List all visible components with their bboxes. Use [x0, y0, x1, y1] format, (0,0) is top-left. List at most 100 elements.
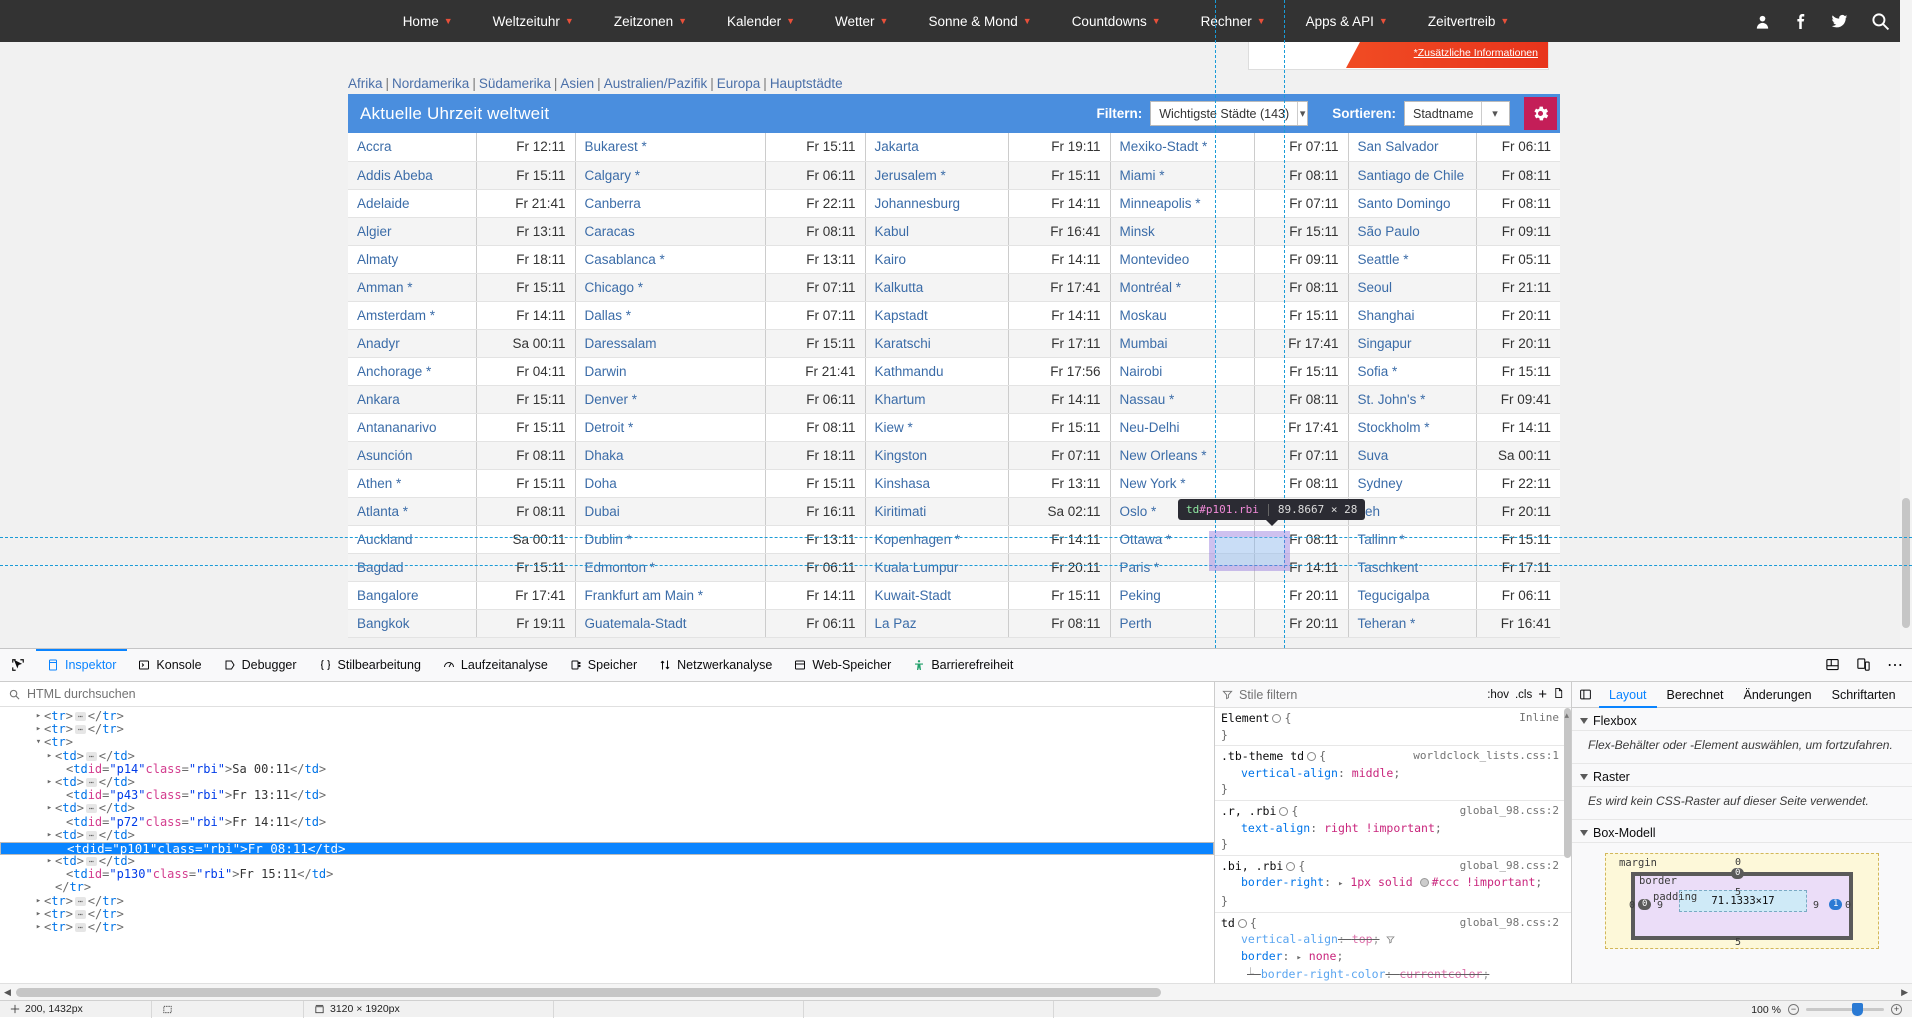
dom-node[interactable]: ▸<tr>⋯</tr> [0, 921, 1214, 934]
collapse-arrow-icon[interactable] [1580, 830, 1588, 836]
dom-node[interactable]: ▸<tr>⋯</tr> [0, 710, 1214, 723]
css-property[interactable]: vertical-align [1221, 765, 1338, 782]
city-time-cell[interactable]: Sa 00:11 [476, 525, 575, 553]
minus-icon[interactable]: − [1788, 1004, 1799, 1015]
city-time-cell[interactable]: Fr 20:11 [1254, 581, 1348, 609]
color-swatch-icon[interactable] [1420, 878, 1429, 887]
city-time-cell[interactable]: Fr 15:11 [1008, 581, 1110, 609]
city-name-cell[interactable]: Sofia * [1348, 357, 1476, 385]
layout-section-header[interactable]: Flexbox [1572, 708, 1912, 731]
city-time-cell[interactable]: Sa 02:11 [1008, 497, 1110, 525]
nav-item-apps-api[interactable]: Apps & API▼ [1286, 14, 1408, 29]
city-time-cell[interactable]: Fr 07:11 [1254, 133, 1348, 161]
css-value[interactable]: right !important [1324, 821, 1435, 835]
city-name-cell[interactable]: Kuala Lumpur [865, 553, 1008, 581]
city-time-cell[interactable]: Fr 08:11 [1476, 189, 1560, 217]
city-time-cell[interactable]: Fr 15:11 [1476, 525, 1560, 553]
city-name-cell[interactable]: Minneapolis * [1110, 189, 1254, 217]
expand-arrow-icon[interactable]: ▸ [33, 710, 44, 723]
nav-item-weltzeituhr[interactable]: Weltzeituhr▼ [473, 14, 594, 29]
class-state-toggle[interactable]: .cls [1515, 689, 1532, 701]
city-name-cell[interactable]: Frankfurt am Main * [575, 581, 765, 609]
style-filter-input[interactable]: Stile filtern [1239, 688, 1297, 702]
city-time-cell[interactable]: Fr 06:11 [765, 553, 865, 581]
settings-gear-button[interactable] [1524, 97, 1557, 130]
city-time-cell[interactable]: Fr 04:11 [476, 357, 575, 385]
dom-node[interactable]: <td id="p130" class="rbi">Fr 15:11</td> [0, 868, 1214, 881]
css-property[interactable]: vertical-align [1221, 931, 1338, 948]
city-time-cell[interactable]: Fr 17:11 [1476, 553, 1560, 581]
devtools-tab-barrierefreiheit[interactable]: Barrierefreiheit [902, 649, 1024, 682]
city-name-cell[interactable]: Amsterdam * [348, 301, 476, 329]
dom-node[interactable]: ▾<tr> [0, 736, 1214, 749]
city-time-cell[interactable]: Fr 15:11 [476, 161, 575, 189]
dom-node[interactable]: ▸<td>⋯</td> [0, 802, 1214, 815]
city-time-cell[interactable]: Sa 00:11 [476, 329, 575, 357]
css-source-file[interactable]: global_98.css:2 [1460, 803, 1559, 820]
devtools-tab-netzwerkanalyse[interactable]: Netzwerkanalyse [648, 649, 783, 682]
city-name-cell[interactable]: La Paz [865, 609, 1008, 637]
city-name-cell[interactable]: Miami * [1110, 161, 1254, 189]
city-name-cell[interactable]: Seattle * [1348, 245, 1476, 273]
layout-section-header[interactable]: Raster [1572, 764, 1912, 787]
city-name-cell[interactable]: Auckland [348, 525, 476, 553]
city-time-cell[interactable]: Fr 07:11 [765, 301, 865, 329]
city-name-cell[interactable]: Denver * [575, 385, 765, 413]
city-time-cell[interactable]: Fr 17:11 [1008, 329, 1110, 357]
city-time-cell[interactable]: Fr 15:11 [1008, 413, 1110, 441]
city-name-cell[interactable]: Dhaka [575, 441, 765, 469]
rule-toggle-icon[interactable] [1286, 862, 1295, 871]
city-time-cell[interactable]: Fr 08:11 [765, 413, 865, 441]
city-name-cell[interactable]: Caracas [575, 217, 765, 245]
rule-toggle-icon[interactable] [1238, 919, 1247, 928]
dom-node[interactable]: ▸<td>⋯</td> [0, 829, 1214, 842]
city-time-cell[interactable]: Fr 15:11 [765, 329, 865, 357]
city-time-cell[interactable]: Fr 09:41 [1476, 385, 1560, 413]
city-time-cell[interactable]: Fr 06:11 [765, 385, 865, 413]
zoom-slider[interactable] [1806, 1008, 1884, 1011]
city-time-cell[interactable]: Fr 17:56 [1008, 357, 1110, 385]
city-name-cell[interactable]: Dallas * [575, 301, 765, 329]
rule-toggle-icon[interactable] [1279, 807, 1288, 816]
devtools-tab-speicher[interactable]: Speicher [559, 649, 648, 682]
nav-item-countdowns[interactable]: Countdowns▼ [1052, 14, 1181, 29]
city-name-cell[interactable]: Kabul [865, 217, 1008, 245]
city-name-cell[interactable]: Antananarivo [348, 413, 476, 441]
css-value[interactable]: middle [1352, 766, 1394, 780]
css-rule[interactable]: Element{Inline} [1215, 708, 1571, 746]
city-name-cell[interactable]: New Orleans * [1110, 441, 1254, 469]
css-source-file[interactable]: global_98.css:2 [1460, 858, 1559, 875]
city-name-cell[interactable]: Moskau [1110, 301, 1254, 329]
rules-collapse-caret-icon[interactable]: ▴ [1564, 710, 1569, 721]
expand-arrow-icon[interactable]: ▸ [33, 723, 44, 736]
rule-toggle-icon[interactable] [1307, 752, 1316, 761]
layout-tab-schriftarten[interactable]: Schriftarten [1822, 682, 1906, 708]
html-search-input[interactable]: HTML durchsuchen [27, 687, 136, 701]
city-time-cell[interactable]: Fr 15:11 [1254, 217, 1348, 245]
city-name-cell[interactable]: Kingston [865, 441, 1008, 469]
city-time-cell[interactable]: Fr 14:11 [1008, 385, 1110, 413]
nav-item-home[interactable]: Home▼ [383, 14, 473, 29]
city-name-cell[interactable]: Kalkutta [865, 273, 1008, 301]
responsive-design-icon[interactable] [1856, 657, 1871, 675]
expand-arrow-icon[interactable]: ▸ [33, 921, 44, 934]
hover-state-toggle[interactable]: :hov [1487, 689, 1509, 701]
city-name-cell[interactable]: Algier [348, 217, 476, 245]
city-time-cell[interactable]: Fr 08:11 [476, 497, 575, 525]
city-time-cell[interactable]: Fr 17:41 [1008, 273, 1110, 301]
sort-select[interactable]: Stadtname ▾ [1404, 101, 1510, 126]
city-name-cell[interactable]: Almaty [348, 245, 476, 273]
city-time-cell[interactable]: Fr 06:11 [765, 609, 865, 637]
city-name-cell[interactable]: Seoul [1348, 273, 1476, 301]
city-time-cell[interactable]: Fr 14:11 [1008, 245, 1110, 273]
css-rule[interactable]: .tb-theme td{worldclock_lists.css:1verti… [1215, 746, 1571, 801]
city-name-cell[interactable]: Bangalore [348, 581, 476, 609]
city-time-cell[interactable]: Fr 16:41 [1476, 609, 1560, 637]
city-name-cell[interactable]: Peking [1110, 581, 1254, 609]
city-time-cell[interactable]: Fr 08:11 [1254, 469, 1348, 497]
city-name-cell[interactable]: Singapur [1348, 329, 1476, 357]
dom-node[interactable]: ▸<tr>⋯</tr> [0, 723, 1214, 736]
breadcrumb-link-asien[interactable]: Asien [560, 76, 594, 91]
city-name-cell[interactable]: Minsk [1110, 217, 1254, 245]
city-time-cell[interactable]: Fr 15:11 [476, 273, 575, 301]
